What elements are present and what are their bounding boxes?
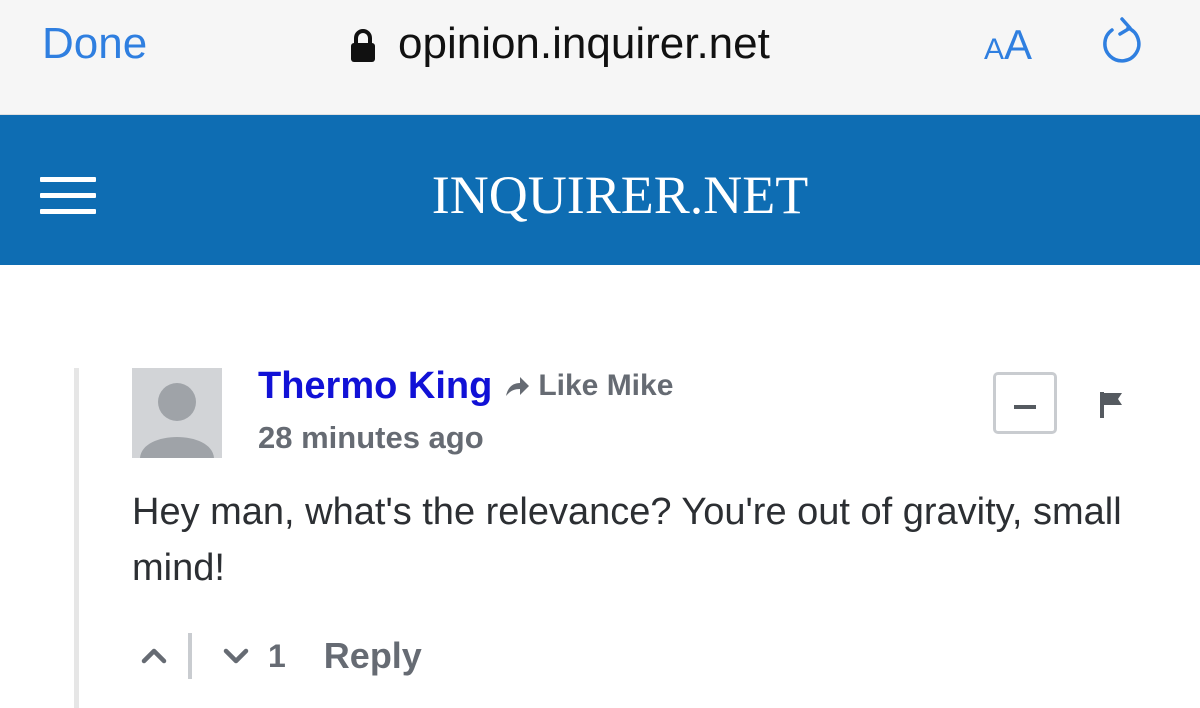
text-size-button[interactable]: AA <box>984 20 1032 75</box>
address-bar[interactable]: opinion.inquirer.net <box>350 18 770 70</box>
flag-icon[interactable] <box>1098 390 1124 420</box>
lock-icon <box>351 29 375 62</box>
collapse-button[interactable] <box>993 372 1057 434</box>
site-header: INQUIRER.NET <box>0 115 1200 265</box>
collapse-icon <box>1014 405 1036 409</box>
reply-arrow-icon <box>506 377 530 396</box>
done-button[interactable]: Done <box>42 18 147 70</box>
thread-indent-line <box>74 368 79 708</box>
text-size-large-label: A <box>1004 21 1033 68</box>
comment-body: Hey man, what's the relevance? You're ou… <box>132 491 1122 589</box>
comment-meta: Thermo King Like Mike <box>258 362 673 410</box>
upvote-icon[interactable] <box>140 646 168 666</box>
vote-divider <box>188 633 192 679</box>
avatar[interactable] <box>132 368 222 458</box>
browser-toolbar: Done opinion.inquirer.net AA <box>0 0 1200 115</box>
comment-actions: 1 Reply <box>140 628 422 684</box>
comment-author[interactable]: Thermo King <box>258 365 492 408</box>
text-size-small-label: A <box>984 33 1005 66</box>
avatar-placeholder-icon <box>132 368 222 458</box>
reload-icon[interactable] <box>1098 16 1146 68</box>
reply-to-user[interactable]: Like Mike <box>538 369 673 403</box>
site-logo[interactable]: INQUIRER.NET <box>0 165 1200 225</box>
comment-timestamp[interactable]: 28 minutes ago <box>258 420 484 456</box>
downvote-count: 1 <box>268 637 286 674</box>
reply-button[interactable]: Reply <box>324 635 422 677</box>
url-text: opinion.inquirer.net <box>398 19 770 68</box>
downvote-icon[interactable] <box>222 646 250 666</box>
